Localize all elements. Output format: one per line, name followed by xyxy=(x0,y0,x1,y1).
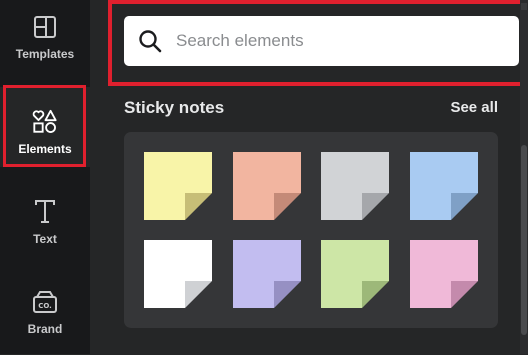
section-title: Sticky notes xyxy=(124,98,225,117)
sticky-note-fold xyxy=(274,281,301,308)
scroll-up-arrow[interactable] xyxy=(521,3,527,10)
elements-icon xyxy=(32,109,58,135)
templates-icon xyxy=(32,14,58,40)
sidebar-item-label: Templates xyxy=(15,47,75,61)
sticky-note-fold xyxy=(362,193,389,220)
search-bar[interactable] xyxy=(124,16,519,66)
text-icon xyxy=(32,199,58,225)
sticky-note[interactable] xyxy=(410,152,478,220)
brand-icon: CO. xyxy=(32,289,58,315)
sticky-note[interactable] xyxy=(321,240,389,308)
sidebar-item-elements[interactable]: Elements xyxy=(0,87,90,167)
svg-text:CO.: CO. xyxy=(38,302,52,310)
sticky-note-fold xyxy=(274,193,301,220)
sticky-note[interactable] xyxy=(144,240,212,308)
sidebar-item-label: Text xyxy=(33,232,57,246)
sticky-note-fold xyxy=(451,193,478,220)
sidebar-item-templates[interactable]: Templates xyxy=(0,0,90,80)
sticky-note-fold xyxy=(185,193,212,220)
sidebar-item-label: Brand xyxy=(27,322,63,336)
sidebar-item-text[interactable]: Text xyxy=(0,185,90,265)
sticky-note-fold xyxy=(362,281,389,308)
sticky-note[interactable] xyxy=(321,152,389,220)
sticky-note-fold xyxy=(451,281,478,308)
sticky-note[interactable] xyxy=(233,152,301,220)
sticky-note[interactable] xyxy=(410,240,478,308)
scrollbar[interactable] xyxy=(520,0,528,354)
sticky-notes-panel xyxy=(124,132,498,328)
sidebar-item-label: Elements xyxy=(18,142,72,156)
sticky-note[interactable] xyxy=(144,152,212,220)
sidebar: Templates Elements Text CO. Brand xyxy=(0,0,90,354)
search-input[interactable] xyxy=(174,30,498,52)
sidebar-item-brand[interactable]: CO. Brand xyxy=(0,275,90,355)
scrollbar-thumb[interactable] xyxy=(521,145,527,335)
sticky-note-fold xyxy=(185,281,212,308)
see-all-link[interactable]: See all xyxy=(450,99,498,116)
search-icon xyxy=(139,30,162,53)
sticky-note[interactable] xyxy=(233,240,301,308)
